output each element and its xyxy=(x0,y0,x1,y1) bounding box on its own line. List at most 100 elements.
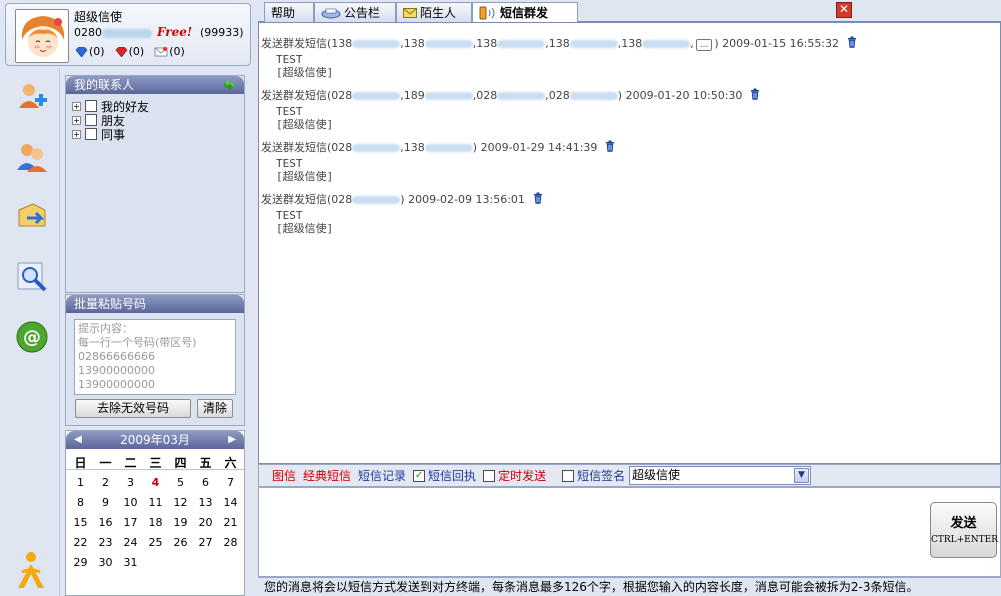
group-label: 同事 xyxy=(101,127,126,142)
prev-month-icon[interactable]: ◀ xyxy=(74,431,82,449)
avatar[interactable] xyxy=(15,9,69,63)
calendar-day[interactable]: 3 xyxy=(118,473,143,493)
chevron-down-icon[interactable]: ▼ xyxy=(794,468,809,483)
group-checkbox[interactable] xyxy=(85,114,97,126)
message-entry[interactable]: 发送群发短信(028,189,028,028) 2009-01-20 10:50… xyxy=(261,87,760,131)
calendar-day[interactable]: 21 xyxy=(218,513,243,533)
message-history[interactable]: 发送群发短信(138,138,138,138,138,...) 2009-01-… xyxy=(258,22,1001,464)
calendar-day[interactable]: 14 xyxy=(218,493,243,513)
message-text: TEST xyxy=(276,209,303,222)
masked-digits xyxy=(569,92,618,100)
search-contact-icon[interactable] xyxy=(15,260,49,294)
calendar-day[interactable]: 2 xyxy=(93,473,118,493)
email-icon[interactable]: @ xyxy=(15,320,49,354)
calendar-day[interactable]: 7 xyxy=(218,473,243,493)
group-colleagues[interactable]: + 同事 xyxy=(72,127,238,142)
calendar-day[interactable]: 5 xyxy=(168,473,193,493)
calendar-day[interactable]: 23 xyxy=(93,533,118,553)
calendar-day[interactable]: 8 xyxy=(68,493,93,513)
calendar-day[interactable]: 11 xyxy=(143,493,168,513)
message-entry[interactable]: 发送群发短信(028,138) 2009-01-29 14:41:39 TEST[… xyxy=(261,139,615,183)
next-month-icon[interactable]: ▶ xyxy=(228,431,236,449)
picture-sms-link[interactable]: 图信 xyxy=(272,467,296,484)
signature-label[interactable]: 短信签名 xyxy=(577,467,625,484)
signature-select[interactable]: 超级信使 ▼ xyxy=(629,466,811,485)
calendar-day[interactable]: 15 xyxy=(68,513,93,533)
tab-help[interactable]: 帮助 xyxy=(264,2,314,22)
expand-icon[interactable]: + xyxy=(72,129,81,139)
calendar-day[interactable]: 22 xyxy=(68,533,93,553)
expand-icon[interactable]: + xyxy=(72,115,81,125)
trash-icon[interactable] xyxy=(847,36,857,48)
user-number-text: 0280 xyxy=(74,26,102,39)
message-input[interactable] xyxy=(258,487,1001,577)
tab-label: 陌生人 xyxy=(420,5,457,20)
recipient-number: 138 xyxy=(403,37,425,50)
batch-number-input[interactable]: 提示内容： 每一行一个号码(带区号) 02866666666 139000000… xyxy=(74,319,236,395)
expand-icon[interactable]: + xyxy=(72,101,81,111)
recipient-number: 028 xyxy=(331,141,353,154)
contacts-title: 我的联系人 xyxy=(74,78,135,92)
message-text: TEST xyxy=(276,157,303,170)
receipt-label[interactable]: 短信回执 xyxy=(428,467,476,484)
clear-button[interactable]: 清除 xyxy=(197,399,233,418)
scheduled-label[interactable]: 定时发送 xyxy=(498,467,546,484)
group-pals[interactable]: + 朋友 xyxy=(72,113,238,128)
calendar-day[interactable]: 27 xyxy=(193,533,218,553)
calendar-day[interactable]: 24 xyxy=(118,533,143,553)
calendar-day[interactable]: 31 xyxy=(118,553,143,573)
group-checkbox[interactable] xyxy=(85,100,97,112)
message-prefix: 发送群发短信( xyxy=(261,37,332,50)
trash-icon[interactable] xyxy=(533,192,543,204)
calendar-month: 2009年03月 xyxy=(120,433,190,447)
calendar-day[interactable]: 20 xyxy=(193,513,218,533)
receipt-checkbox[interactable]: ✓ xyxy=(413,469,426,482)
message-entry[interactable]: 发送群发短信(138,138,138,138,138,...) 2009-01-… xyxy=(261,35,857,79)
signature-checkbox[interactable] xyxy=(562,469,575,482)
calendar-day[interactable]: 28 xyxy=(218,533,243,553)
blue-gem[interactable]: (0) xyxy=(75,45,105,58)
message-text: TEST xyxy=(276,53,303,66)
calendar-day[interactable]: 9 xyxy=(93,493,118,513)
calendar-day[interactable]: 16 xyxy=(93,513,118,533)
message-entry[interactable]: 发送群发短信(028) 2009-02-09 13:56:01 TEST [超级信使… xyxy=(261,191,543,235)
calendar-day[interactable]: 30 xyxy=(93,553,118,573)
recipient-number: 138 xyxy=(476,37,498,50)
send-button[interactable]: 发送 CTRL+ENTER xyxy=(930,502,998,558)
tab-strangers[interactable]: 陌生人 xyxy=(396,2,472,22)
calendar-day[interactable]: 13 xyxy=(193,493,218,513)
scheduled-checkbox[interactable] xyxy=(483,469,496,482)
close-tab-icon[interactable]: ✕ xyxy=(836,2,852,18)
messenger-logo-icon[interactable] xyxy=(14,550,48,590)
group-checkbox[interactable] xyxy=(85,128,97,140)
classic-sms-link[interactable]: 经典短信 xyxy=(303,467,351,484)
calendar-today[interactable]: 4 xyxy=(143,473,168,493)
add-contact-icon[interactable] xyxy=(15,80,49,114)
user-number: 0280 xyxy=(74,26,152,39)
calendar-day[interactable]: 29 xyxy=(68,553,93,573)
calendar-day[interactable]: 19 xyxy=(168,513,193,533)
more-recipients-button[interactable]: ... xyxy=(695,39,713,51)
group-users-icon[interactable] xyxy=(15,140,49,174)
mail-status[interactable]: (0) xyxy=(154,45,185,58)
remove-invalid-button[interactable]: 去除无效号码 xyxy=(75,399,191,418)
blue-gem-count: (0) xyxy=(89,45,105,58)
phone-broadcast-icon xyxy=(479,6,495,20)
calendar-day[interactable]: 25 xyxy=(143,533,168,553)
sms-records-link[interactable]: 短信记录 xyxy=(358,467,406,484)
tab-bulletin[interactable]: 公告栏 xyxy=(314,2,396,22)
calendar-day[interactable]: 12 xyxy=(168,493,193,513)
calendar-day[interactable]: 1 xyxy=(68,473,93,493)
group-friends[interactable]: + 我的好友 xyxy=(72,99,238,114)
calendar-day[interactable]: 26 xyxy=(168,533,193,553)
calendar-day[interactable]: 18 xyxy=(143,513,168,533)
refresh-icon[interactable] xyxy=(222,79,236,91)
calendar-day[interactable]: 10 xyxy=(118,493,143,513)
trash-icon[interactable] xyxy=(605,140,615,152)
calendar-day[interactable]: 6 xyxy=(193,473,218,493)
calendar-day[interactable]: 17 xyxy=(118,513,143,533)
tab-group-sms[interactable]: 短信群发 xyxy=(472,2,578,23)
red-gem[interactable]: (0) xyxy=(115,45,144,58)
trash-icon[interactable] xyxy=(750,88,760,100)
forward-message-icon[interactable] xyxy=(15,200,49,234)
